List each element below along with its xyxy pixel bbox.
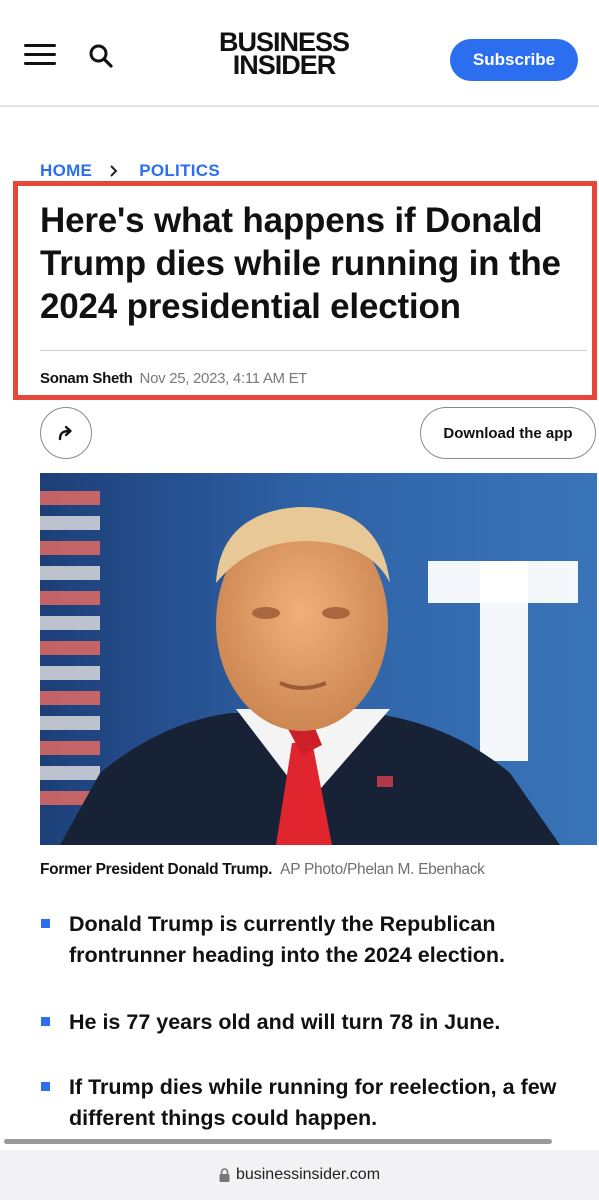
breadcrumb: HOME POLITICS xyxy=(40,161,220,181)
share-icon xyxy=(58,425,72,441)
key-points-list: Donald Trump is currently the Republican… xyxy=(40,909,595,1134)
site-header: BUSINESS INSIDER Subscribe xyxy=(0,0,599,107)
download-app-button[interactable]: Download the app xyxy=(420,407,596,459)
search-icon[interactable] xyxy=(88,43,114,69)
share-button[interactable] xyxy=(40,407,92,459)
key-point-text: He is 77 years old and will turn 78 in J… xyxy=(69,1010,501,1034)
key-point-item: Donald Trump is currently the Republican… xyxy=(40,909,595,971)
bullet-square-icon xyxy=(41,1017,50,1026)
subscribe-button[interactable]: Subscribe xyxy=(450,39,578,81)
breadcrumb-politics-link[interactable]: POLITICS xyxy=(139,161,220,181)
key-point-item: If Trump dies while running for reelecti… xyxy=(40,1072,595,1134)
lock-icon xyxy=(219,1168,230,1182)
key-point-item: He is 77 years old and will turn 78 in J… xyxy=(40,1007,595,1038)
bullet-square-icon xyxy=(41,1082,50,1091)
photo-credit: AP Photo/Phelan M. Ebenhack xyxy=(280,861,485,878)
hero-photo-donald-trump xyxy=(40,473,597,845)
menu-icon[interactable] xyxy=(24,44,56,66)
chevron-right-icon xyxy=(110,165,118,177)
caption-text: Former President Donald Trump. xyxy=(40,861,273,878)
url-text: businessinsider.com xyxy=(235,1166,381,1183)
logo-line-2: INSIDER xyxy=(232,50,337,80)
bullet-square-icon xyxy=(41,919,50,928)
business-insider-logo[interactable]: BUSINESS INSIDER xyxy=(207,29,361,80)
key-point-text: Donald Trump is currently the Republican… xyxy=(69,912,506,967)
highlight-annotation-box xyxy=(13,181,597,400)
horizontal-scrollbar[interactable] xyxy=(4,1139,552,1144)
breadcrumb-home-link[interactable]: HOME xyxy=(40,161,92,181)
photo-caption: Former President Donald Trump. AP Photo/P… xyxy=(40,861,485,879)
key-point-text: If Trump dies while running for reelecti… xyxy=(69,1075,557,1130)
browser-url-bar[interactable]: businessinsider.com xyxy=(0,1150,599,1200)
